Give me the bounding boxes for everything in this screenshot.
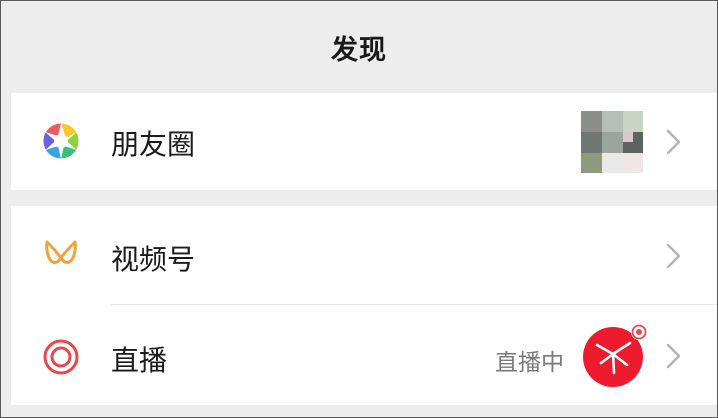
moments-latest-thumbnail <box>581 111 643 173</box>
chevron-right-icon <box>666 129 681 155</box>
top-bar: 发现 <box>1 1 717 93</box>
channels-butterfly-icon <box>39 234 83 278</box>
channels-row[interactable]: 视频号 <box>11 206 717 304</box>
live-row[interactable]: 直播 直播中 <box>11 305 717 405</box>
moments-group: 朋友圈 <box>11 93 717 190</box>
live-label: 直播 <box>111 344 168 377</box>
chevron-right-icon <box>666 343 681 369</box>
moments-row[interactable]: 朋友圈 <box>11 93 717 190</box>
channels-label: 视频号 <box>111 243 196 276</box>
discover-page: 发现 朋友圈 视频号 直播 直播中 <box>0 0 718 418</box>
page-title: 发现 <box>331 34 387 66</box>
moments-label: 朋友圈 <box>111 128 196 161</box>
live-host-avatar <box>583 323 647 387</box>
channels-live-group: 视频号 直播 直播中 <box>11 206 717 405</box>
moments-aperture-icon <box>39 119 83 163</box>
live-status-text: 直播中 <box>495 350 564 376</box>
chevron-right-icon <box>666 243 681 269</box>
live-circle-icon <box>39 335 83 379</box>
